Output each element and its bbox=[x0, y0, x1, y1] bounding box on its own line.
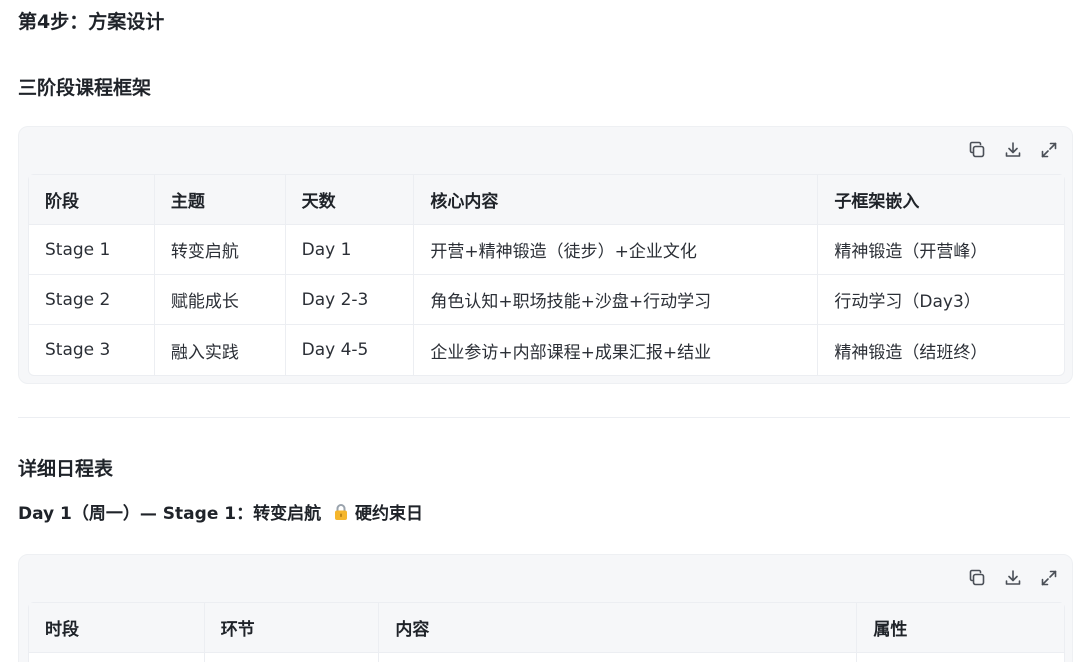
table-cell: Day 2-3 bbox=[285, 275, 415, 325]
column-header: 阶段 bbox=[29, 175, 155, 225]
download-icon bbox=[1005, 570, 1021, 585]
table-cell: 行动学习（Day3） bbox=[818, 275, 1064, 325]
table-row bbox=[29, 653, 1064, 662]
expand-icon bbox=[1041, 142, 1057, 158]
table-row: Stage 3 融入实践 Day 4-5 企业参访+内部课程+成果汇报+结业 精… bbox=[29, 325, 1064, 375]
step-title: 第4步：方案设计 bbox=[18, 11, 165, 33]
table-cell: Stage 1 bbox=[29, 225, 155, 275]
day1-tag: 硬约束日 bbox=[354, 504, 423, 524]
column-header: 时段 bbox=[29, 603, 205, 653]
column-header: 子框架嵌入 bbox=[818, 175, 1064, 225]
table-cell: 开营+精神锻造（徒步）+企业文化 bbox=[414, 225, 819, 275]
table-cell: Stage 3 bbox=[29, 325, 155, 375]
expand-button[interactable] bbox=[1038, 139, 1060, 161]
table-toolbar bbox=[966, 567, 1060, 589]
expand-icon bbox=[1041, 570, 1057, 586]
table-cell: Day 4-5 bbox=[286, 325, 415, 375]
table-row: Stage 2 赋能成长 Day 2-3 角色认知+职场技能+沙盘+行动学习 行… bbox=[29, 275, 1064, 325]
table-cell: 转变启航 bbox=[154, 225, 286, 275]
schedule-table-card: 时段 环节 内容 属性 bbox=[18, 554, 1073, 662]
download-button[interactable] bbox=[1002, 139, 1024, 161]
column-header: 主题 bbox=[154, 175, 286, 225]
section-title-framework: 三阶段课程框架 bbox=[18, 77, 152, 99]
table-cell: 融入实践 bbox=[155, 325, 286, 375]
column-header: 环节 bbox=[204, 603, 380, 653]
table-cell: Day 1 bbox=[285, 225, 415, 275]
copy-icon bbox=[969, 141, 985, 158]
table-header-row: 时段 环节 内容 属性 bbox=[29, 603, 1064, 653]
table-cell: Stage 2 bbox=[29, 275, 155, 325]
copy-icon bbox=[969, 569, 985, 586]
download-icon bbox=[1005, 142, 1021, 157]
table-toolbar bbox=[966, 139, 1060, 161]
expand-button[interactable] bbox=[1038, 567, 1060, 589]
column-header: 核心内容 bbox=[414, 175, 819, 225]
copy-button[interactable] bbox=[966, 139, 988, 161]
copy-button[interactable] bbox=[966, 567, 988, 589]
table-cell bbox=[379, 653, 858, 662]
download-button[interactable] bbox=[1002, 567, 1024, 589]
table-cell: 精神锻造（开营峰） bbox=[818, 225, 1064, 275]
day1-title: Day 1（周一）— Stage 1：转变启航 硬约束日 bbox=[18, 502, 423, 528]
day1-title-text: Day 1（周一）— Stage 1：转变启航 bbox=[18, 504, 322, 524]
section-title-schedule: 详细日程表 bbox=[18, 458, 114, 480]
column-header: 内容 bbox=[379, 603, 858, 653]
column-header: 属性 bbox=[857, 603, 1064, 653]
framework-table-card: 阶段 主题 天数 核心内容 子框架嵌入 Stage 1 转变启航 Day 1 开… bbox=[18, 126, 1073, 384]
schedule-table: 时段 环节 内容 属性 bbox=[28, 602, 1065, 662]
section-divider bbox=[18, 417, 1070, 418]
table-cell: 赋能成长 bbox=[154, 275, 286, 325]
table-cell: 精神锻造（结班终） bbox=[834, 342, 988, 363]
table-header-row: 阶段 主题 天数 核心内容 子框架嵌入 bbox=[29, 175, 1064, 225]
table-row: Stage 1 转变启航 Day 1 开营+精神锻造（徒步）+企业文化 精神锻造… bbox=[29, 225, 1064, 275]
table-cell bbox=[857, 653, 1064, 662]
table-cell bbox=[205, 653, 380, 662]
table-cell: 企业参访+内部课程+成果汇报+结业 bbox=[414, 325, 819, 375]
table-cell: 角色认知+职场技能+沙盘+行动学习 bbox=[414, 275, 819, 325]
table-cell bbox=[29, 653, 205, 662]
lock-icon bbox=[333, 503, 349, 528]
framework-table: 阶段 主题 天数 核心内容 子框架嵌入 Stage 1 转变启航 Day 1 开… bbox=[28, 174, 1065, 376]
column-header: 天数 bbox=[285, 175, 415, 225]
